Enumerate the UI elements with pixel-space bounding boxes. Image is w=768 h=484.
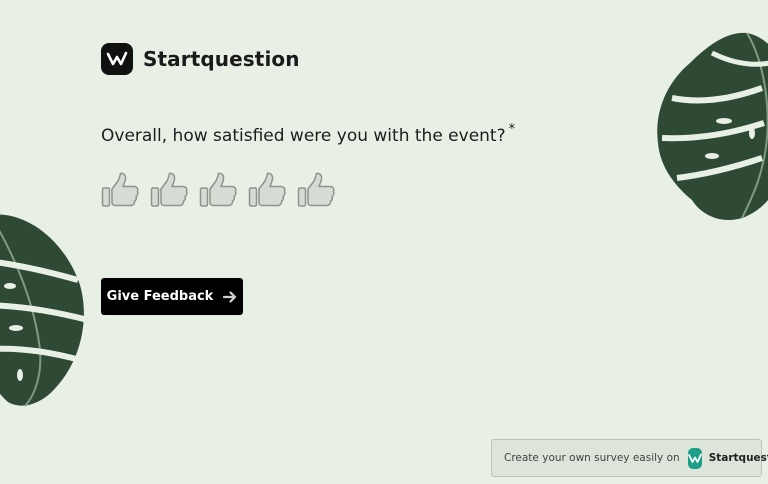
rating-option-5[interactable] [297, 172, 336, 210]
arrow-right-icon [223, 290, 237, 303]
give-feedback-label: Give Feedback [106, 289, 214, 304]
rating-option-1[interactable] [101, 172, 140, 210]
thumbs-up-icon [297, 172, 335, 207]
rating-group [101, 172, 336, 210]
promo-text: Create your own survey easily on [504, 452, 680, 464]
question-title: Overall, how satisfied were you with the… [101, 122, 515, 146]
monstera-leaf-left [0, 214, 89, 407]
brand-name: Startquestion [143, 47, 300, 71]
startquestion-promo-badge[interactable]: Create your own survey easily on Startqu… [491, 439, 768, 477]
w-logo-icon [101, 43, 133, 75]
thumbs-up-icon [150, 172, 188, 207]
question-text: Overall, how satisfied were you with the… [101, 126, 506, 146]
thumbs-up-icon [248, 172, 286, 207]
rating-option-4[interactable] [248, 172, 287, 210]
monstera-leaf-right [657, 32, 768, 220]
give-feedback-button[interactable]: Give Feedback [101, 278, 243, 315]
thumbs-up-icon [199, 172, 237, 207]
rating-option-2[interactable] [150, 172, 189, 210]
required-mark: * [508, 122, 516, 137]
w-logo-icon [687, 447, 702, 469]
thumbs-up-icon [101, 172, 139, 207]
brand-logo: Startquestion [101, 43, 300, 75]
promo-brand-name: Startquestion [708, 452, 768, 464]
rating-option-3[interactable] [199, 172, 238, 210]
